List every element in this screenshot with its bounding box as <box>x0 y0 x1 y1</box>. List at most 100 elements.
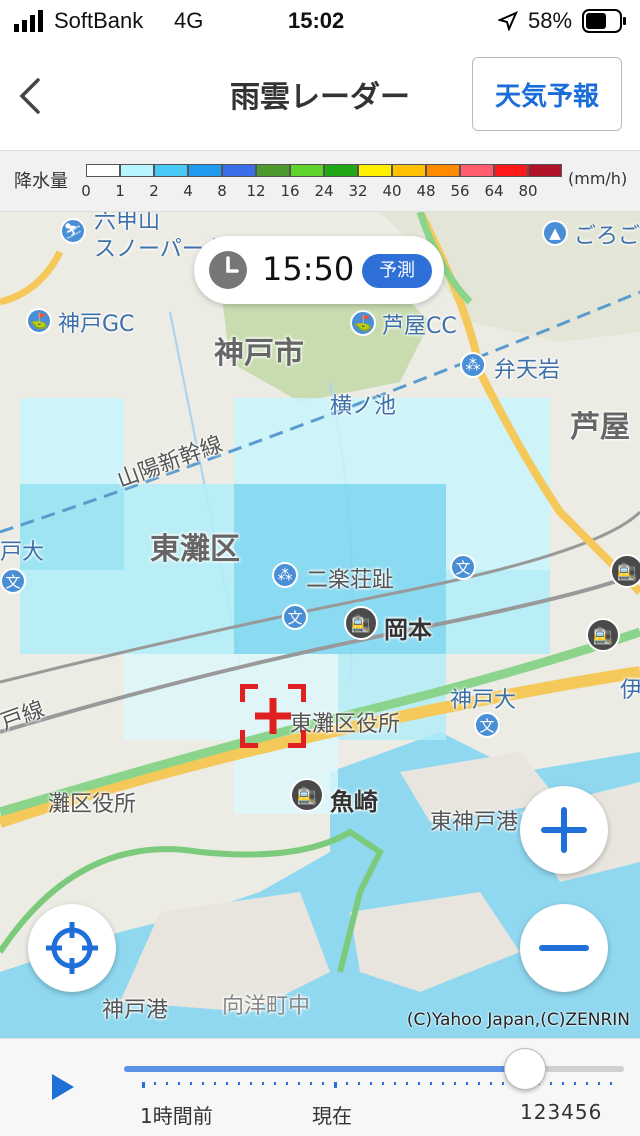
timeline-tick <box>274 1082 276 1085</box>
station-icon: 🚉 <box>610 554 640 588</box>
legend-color-2 <box>154 164 188 177</box>
map-copyright: (C)Yahoo Japan,(C)ZENRIN <box>406 1010 630 1030</box>
location-arrow-icon <box>498 11 518 31</box>
battery-percent: 58% <box>528 8 573 33</box>
label-kobe-dai[interactable]: 神戸大 <box>450 682 516 714</box>
play-icon[interactable] <box>50 1072 76 1102</box>
battery-icon <box>582 9 626 33</box>
legend-color-9 <box>392 164 426 177</box>
timeline-tick <box>454 1082 456 1085</box>
legend-color-11 <box>460 164 494 177</box>
label-i-right[interactable]: 伊 <box>620 672 640 704</box>
legend-color-6 <box>290 164 324 177</box>
legend-tick-label: 8 <box>217 182 227 200</box>
timeline-ticks <box>142 1082 612 1088</box>
timeline-label-future: 123456 <box>520 1100 603 1124</box>
landmark-icon: ⁂ <box>272 562 298 588</box>
minus-icon <box>539 945 589 951</box>
legend-color-8 <box>358 164 392 177</box>
crosshair-icon <box>46 922 98 974</box>
label-nirakusou[interactable]: 二楽荘趾 <box>306 562 394 594</box>
legend-tick-label: 1 <box>115 182 125 200</box>
precipitation-legend: 降水量 0 1 2 4 8 12 16 24 32 40 48 56 64 80 (mm/h) <box>0 150 640 212</box>
label-bentenwa[interactable]: 弁天岩 <box>494 352 560 384</box>
timeline-tick <box>370 1082 372 1085</box>
legend-tick-label: 12 <box>246 182 266 200</box>
legend-tick-label: 0 <box>81 182 91 200</box>
timeline-tick <box>562 1082 564 1085</box>
label-nada-office[interactable]: 灘区役所 <box>48 786 136 818</box>
carrier-name: SoftBank <box>54 8 144 33</box>
timeline-label-now: 現在 <box>312 1104 352 1128</box>
legend-label: 降水量 <box>14 171 68 192</box>
timeline-tick <box>610 1082 612 1085</box>
timeline-tick <box>286 1082 288 1085</box>
label-okamoto[interactable]: 岡本 <box>384 610 432 645</box>
legend-tick-label: 64 <box>484 182 504 200</box>
plus-icon <box>541 807 587 853</box>
timeline-tick <box>238 1082 240 1085</box>
zoom-in-button[interactable] <box>520 786 608 874</box>
golf-icon: ⛳ <box>26 308 52 334</box>
label-ashiya-cc[interactable]: 芦屋CC <box>382 308 457 340</box>
timeline-tick <box>142 1082 145 1088</box>
label-ashiya[interactable]: 芦屋 <box>570 402 630 446</box>
timeline-track[interactable] <box>124 1066 624 1072</box>
timeline-tick <box>418 1082 420 1085</box>
status-bar: SoftBank 4G 15:02 58% <box>0 0 640 42</box>
signal-icon <box>14 10 43 32</box>
label-kobe-port[interactable]: 神戸港 <box>102 992 168 1024</box>
timeline-tick <box>346 1082 348 1085</box>
station-icon: 🚉 <box>290 778 324 812</box>
label-higashikobe-port[interactable]: 東神戸港 <box>430 804 518 836</box>
network-type: 4G <box>174 8 204 33</box>
legend-color-7 <box>324 164 358 177</box>
legend-tick-label: 24 <box>314 182 334 200</box>
timeline-tick <box>442 1082 444 1085</box>
label-yokoike[interactable]: 横ノ池 <box>330 388 396 420</box>
timeline-tick <box>154 1082 156 1085</box>
legend-tick-label: 32 <box>348 182 368 200</box>
timeline-tick <box>598 1082 600 1085</box>
timeline-tick <box>334 1082 337 1088</box>
locate-me-button[interactable] <box>28 904 116 992</box>
timeline-tick <box>166 1082 168 1085</box>
label-kobe-city[interactable]: 神戸市 <box>214 328 304 372</box>
timeline-slider-handle[interactable] <box>504 1048 546 1090</box>
label-kobe-dai-left[interactable]: 戸大 <box>0 534 44 566</box>
label-higashinada-office[interactable]: 東灘区役所 <box>290 706 400 738</box>
timeline-tick <box>262 1082 264 1085</box>
timeline-tick <box>430 1082 432 1085</box>
weather-forecast-button[interactable]: 天気予報 <box>472 57 622 131</box>
timeline-tick <box>574 1082 576 1085</box>
mountain-icon: ▲ <box>542 220 568 246</box>
timeline-tick <box>322 1082 324 1085</box>
legend-color-12 <box>494 164 528 177</box>
legend-color-10 <box>426 164 460 177</box>
timeline-tick <box>550 1082 552 1085</box>
ski-area-icon: ⛷ <box>60 218 86 244</box>
legend-color-5 <box>256 164 290 177</box>
status-time: 15:02 <box>288 8 345 33</box>
timeline-tick <box>394 1082 396 1085</box>
legend-tick-label: 48 <box>416 182 436 200</box>
label-higashinada-ku[interactable]: 東灘区 <box>150 524 240 568</box>
legend-color-1 <box>120 164 154 177</box>
label-goroku[interactable]: ごろご <box>574 218 640 250</box>
timeline-tick <box>490 1082 492 1085</box>
timeline-tick <box>406 1082 408 1085</box>
school-icon: 文 <box>0 568 26 594</box>
school-icon: 文 <box>450 554 476 580</box>
legend-color-3 <box>188 164 222 177</box>
forecast-badge: 予測 <box>362 254 432 288</box>
clock-icon <box>209 251 247 289</box>
timeline-tick <box>226 1082 228 1085</box>
timeline-tick <box>478 1082 480 1085</box>
radar-time: 15:50 <box>262 250 355 288</box>
label-uozaki[interactable]: 魚崎 <box>330 782 378 817</box>
label-kobe-gc[interactable]: 神戸GC <box>58 306 134 338</box>
label-koyocho[interactable]: 向洋町中 <box>222 988 310 1020</box>
timeline-tick <box>382 1082 384 1085</box>
zoom-out-button[interactable] <box>520 904 608 992</box>
legend-tick-label: 16 <box>280 182 300 200</box>
